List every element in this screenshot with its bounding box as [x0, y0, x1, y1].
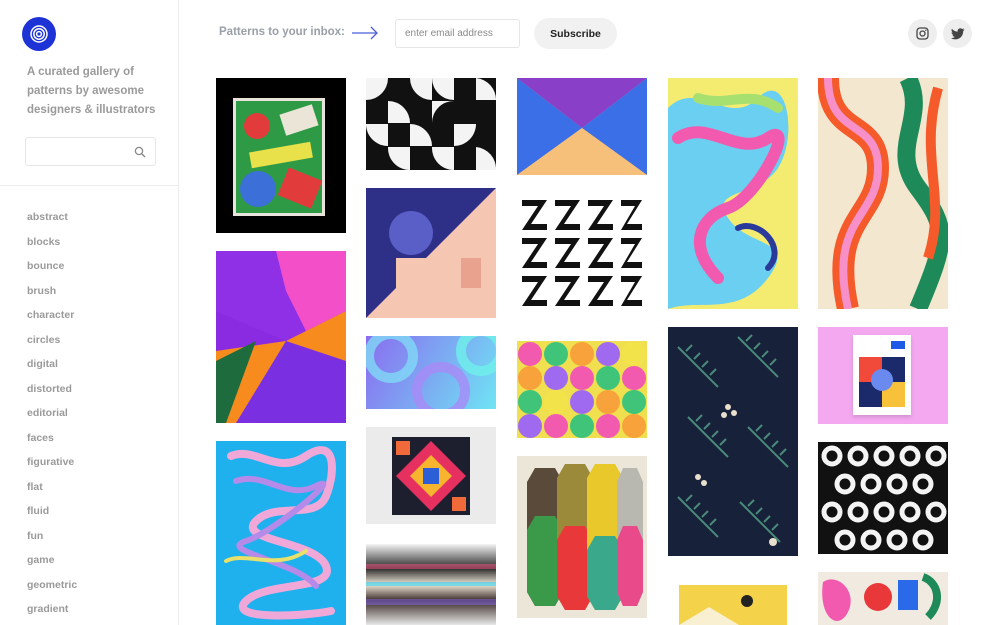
sidebar-divider [0, 185, 179, 186]
search-icon [134, 146, 146, 158]
category-link[interactable]: circles [27, 331, 77, 356]
pattern-image [517, 78, 647, 175]
pattern-image [821, 445, 947, 551]
pattern-thumbnail[interactable] [366, 544, 496, 625]
category-link[interactable]: geometric [27, 576, 77, 601]
newsletter-label: Patterns to your inbox: [219, 26, 345, 38]
pattern-image [822, 573, 941, 621]
pattern-thumbnail[interactable] [216, 441, 346, 625]
pattern-thumbnail[interactable] [517, 194, 647, 318]
pattern-image [224, 446, 336, 620]
pattern-image [679, 595, 753, 625]
category-link[interactable]: abstract [27, 208, 77, 233]
category-link[interactable]: fluid [27, 502, 77, 527]
category-link[interactable]: faces [27, 429, 77, 454]
pattern-thumbnail[interactable] [818, 78, 948, 309]
category-link[interactable]: figurative [27, 453, 77, 478]
email-field[interactable] [395, 19, 520, 48]
category-link[interactable]: game [27, 551, 77, 576]
tagline: A curated gallery of patterns by awesome… [27, 66, 156, 116]
arrow-right-icon [352, 26, 378, 40]
pattern-thumbnail[interactable] [366, 188, 496, 318]
pattern-image [518, 342, 646, 438]
category-link[interactable]: fun [27, 527, 77, 552]
pattern-thumbnail[interactable] [517, 456, 647, 618]
pattern-thumbnail[interactable] [818, 327, 948, 424]
pattern-thumbnail[interactable] [216, 78, 346, 233]
category-link[interactable]: distorted [27, 380, 77, 405]
subscribe-button[interactable]: Subscribe [534, 18, 617, 49]
poster-image [233, 98, 325, 216]
pattern-thumbnail[interactable] [517, 341, 647, 438]
pattern-thumbnail[interactable] [818, 442, 948, 554]
pattern-thumbnail[interactable] [366, 336, 496, 409]
logo[interactable] [22, 17, 56, 51]
twitter-link[interactable] [943, 19, 972, 48]
category-link[interactable]: gradient [27, 600, 77, 625]
instagram-icon [916, 27, 929, 40]
pattern-image [366, 188, 496, 318]
category-link[interactable]: character [27, 306, 77, 331]
pattern-thumbnail[interactable] [668, 327, 798, 556]
pattern-image [527, 464, 643, 610]
pattern-thumbnail[interactable] [366, 78, 496, 170]
spiral-logo-icon [30, 25, 48, 43]
pattern-image [366, 564, 496, 605]
category-link[interactable]: digital [27, 355, 77, 380]
pattern-image [818, 78, 948, 309]
instagram-link[interactable] [908, 19, 937, 48]
pattern-thumbnail[interactable] [818, 572, 948, 625]
pattern-image [668, 78, 798, 309]
pattern-thumbnail[interactable] [668, 78, 798, 309]
pattern-image [522, 200, 642, 306]
pattern-thumbnail[interactable] [216, 251, 346, 423]
pattern-image [366, 78, 496, 170]
category-link[interactable]: bounce [27, 257, 77, 282]
twitter-icon [950, 27, 964, 39]
pattern-image [392, 437, 470, 515]
pattern-thumbnail[interactable] [517, 78, 647, 175]
search-input[interactable] [25, 137, 156, 166]
pattern-thumbnail[interactable] [679, 585, 787, 625]
book-cover-image [853, 335, 911, 415]
category-link[interactable]: blocks [27, 233, 77, 258]
category-link[interactable]: editorial [27, 404, 77, 429]
category-link[interactable]: brush [27, 282, 77, 307]
sidebar: A curated gallery of patterns by awesome… [0, 0, 179, 625]
pattern-image [366, 336, 496, 409]
pattern-thumbnail[interactable] [366, 427, 496, 524]
category-link[interactable]: flat [27, 478, 77, 503]
pattern-image [216, 251, 346, 423]
pattern-image [677, 334, 789, 546]
category-list: abstract blocks bounce brush character c… [27, 208, 77, 625]
